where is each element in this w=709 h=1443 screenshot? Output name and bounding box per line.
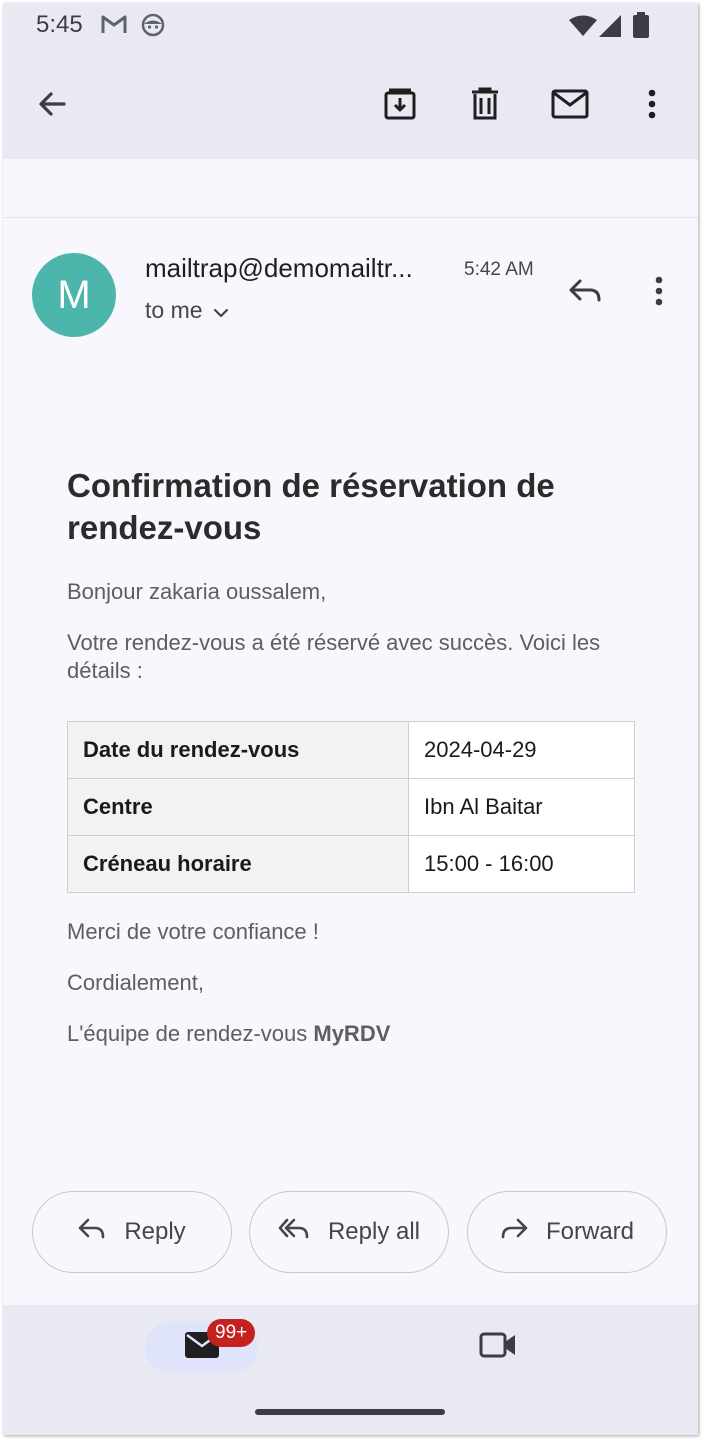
reply-label: Reply	[124, 1218, 186, 1245]
sender-name[interactable]: mailtrap@demomailtr...	[145, 253, 413, 284]
status-time: 5:45	[36, 11, 83, 38]
forward-button[interactable]: Forward	[467, 1191, 667, 1273]
reply-all-icon	[278, 1218, 310, 1247]
brand-name: MyRDV	[313, 1021, 391, 1046]
detail-label: Créneau horaire	[67, 835, 409, 893]
email-time: 5:42 AM	[464, 259, 534, 280]
cell-signal-icon	[599, 15, 621, 42]
signature: L'équipe de rendez-vous MyRDV	[67, 1020, 390, 1048]
wifi-icon	[569, 15, 597, 42]
divider	[3, 217, 698, 218]
forward-label: Forward	[545, 1218, 635, 1245]
reply-all-label: Reply all	[327, 1218, 421, 1245]
reply-all-button[interactable]: Reply all	[249, 1191, 449, 1273]
mark-unread-icon[interactable]	[545, 79, 595, 129]
android-face-icon	[141, 13, 165, 42]
table-row: Date du rendez-vous 2024-04-29	[67, 721, 635, 779]
closing-text: Cordialement,	[67, 970, 204, 995]
gesture-bar[interactable]	[255, 1409, 445, 1415]
greeting-text: Bonjour zakaria oussalem,	[67, 579, 327, 604]
top-app-bar	[3, 51, 698, 159]
battery-icon	[633, 12, 649, 43]
detail-value: Ibn Al Baitar	[408, 778, 635, 836]
chevron-down-icon	[213, 297, 229, 324]
detail-value: 2024-04-29	[408, 721, 635, 779]
reply-button[interactable]: Reply	[32, 1191, 232, 1273]
bottom-navigation: 99+	[3, 1305, 698, 1435]
table-row: Centre Ibn Al Baitar	[67, 778, 635, 836]
mail-unread-badge: 99+	[207, 1319, 256, 1347]
video-camera-icon	[479, 1331, 517, 1364]
back-arrow-icon[interactable]	[27, 79, 77, 129]
avatar[interactable]: M	[32, 253, 116, 337]
message-more-icon[interactable]	[635, 267, 683, 315]
more-vert-icon[interactable]	[627, 79, 677, 129]
recipient-label: to me	[145, 297, 203, 323]
detail-label: Centre	[67, 778, 409, 836]
archive-icon[interactable]	[375, 79, 425, 129]
detail-label: Date du rendez-vous	[67, 721, 409, 779]
gmail-icon	[101, 13, 127, 40]
thanks-text: Merci de votre confiance !	[67, 919, 319, 944]
gmail-screen: 5:45 M mailtrap@demomailtr... 5:42 AM to…	[3, 3, 698, 1435]
forward-icon	[500, 1218, 528, 1247]
email-title: Confirmation de réservation de rendez-vo…	[67, 467, 555, 546]
reply-icon	[78, 1218, 106, 1247]
details-table: Date du rendez-vous 2024-04-29 Centre Ib…	[67, 721, 635, 893]
signature-text: L'équipe de rendez-vous	[67, 1021, 314, 1046]
status-bar: 5:45	[3, 3, 698, 51]
recipient-toggle[interactable]: to me	[145, 297, 229, 324]
table-row: Créneau horaire 15:00 - 16:00	[67, 835, 635, 893]
delete-icon[interactable]	[460, 79, 510, 129]
meet-tab[interactable]	[473, 1325, 523, 1369]
intro-text: Votre rendez-vous a été réservé avec suc…	[67, 630, 601, 683]
reply-icon[interactable]	[561, 267, 609, 315]
detail-value: 15:00 - 16:00	[408, 835, 635, 893]
